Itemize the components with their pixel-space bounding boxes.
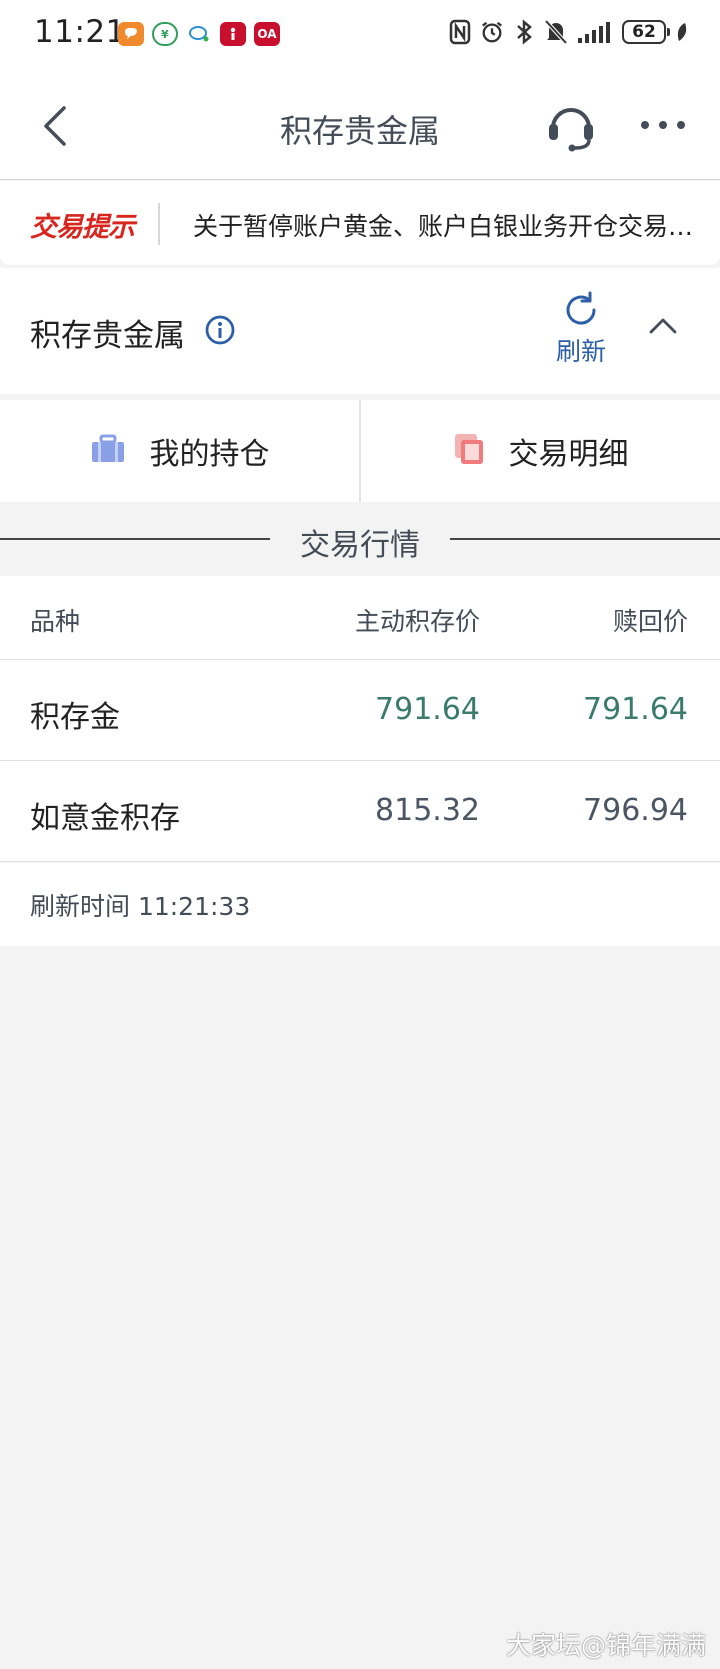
- table-row[interactable]: 如意金积存 815.32 796.94: [0, 761, 720, 862]
- documents-icon: [453, 432, 485, 470]
- leaf-icon: [674, 18, 690, 46]
- refresh-label: 刷新: [555, 337, 606, 366]
- system-status-icons: 62: [448, 18, 690, 46]
- navigation-bar: 积存贵金属: [0, 70, 720, 180]
- mute-icon: [544, 18, 568, 46]
- refresh-time: 刷新时间 11:21:33: [30, 892, 251, 921]
- trade-details-label: 交易明细: [508, 437, 629, 472]
- action-row: 我的持仓 交易明细: [0, 400, 720, 502]
- my-holdings-label: 我的持仓: [149, 437, 270, 472]
- app-orange-icon: [118, 22, 144, 46]
- page-title: 积存贵金属: [279, 112, 440, 150]
- battery-indicator: 62: [622, 20, 670, 44]
- status-bar: 11:21 ¥ OA 62: [0, 0, 720, 70]
- customer-service-button[interactable]: [543, 98, 599, 154]
- redeem-price: 796.94: [583, 793, 688, 828]
- alarm-icon: [480, 18, 504, 46]
- info-icon[interactable]: [204, 314, 236, 346]
- status-app-icons: ¥ OA: [118, 22, 280, 46]
- market-title: 交易行情: [300, 528, 420, 563]
- quote-table: 品种 主动积存价 赎回价 积存金 791.64 791.64 如意金积存 815…: [0, 576, 720, 862]
- collapse-chevron-up-icon[interactable]: [648, 314, 678, 338]
- column-header-buy-price: 主动积存价: [354, 607, 480, 636]
- more-options-button[interactable]: [638, 116, 688, 134]
- refresh-time-row: 刷新时间 11:21:33: [0, 863, 720, 946]
- signal-icon: [576, 18, 614, 46]
- refresh-button[interactable]: 刷新: [546, 290, 616, 380]
- product-name: 如意金积存: [30, 801, 180, 836]
- app-red-icon: [220, 22, 246, 46]
- notice-tag: 交易提示: [30, 212, 135, 243]
- bluetooth-icon: [512, 18, 536, 46]
- notice-divider: [158, 203, 160, 245]
- watermark: 大家坛@锦年满满: [505, 1631, 706, 1660]
- trade-details-button[interactable]: 交易明细: [361, 400, 720, 502]
- column-header-redeem-price: 赎回价: [612, 607, 688, 636]
- market-section-header: 交易行情: [0, 503, 720, 575]
- app-oa-icon: OA: [254, 22, 280, 46]
- section-title: 积存贵金属: [30, 318, 185, 354]
- market-divider-right: [450, 538, 720, 540]
- redeem-price: 791.64: [583, 692, 688, 727]
- notice-text[interactable]: 关于暂停账户黄金、账户白银业务开仓交易的公告: [193, 207, 705, 243]
- product-name: 积存金: [30, 700, 120, 735]
- buy-price: 791.64: [375, 692, 480, 727]
- column-header-variety: 品种: [30, 607, 81, 636]
- app-green-icon: ¥: [152, 22, 178, 46]
- table-header-row: 品种 主动积存价 赎回价: [0, 576, 720, 660]
- app-chat-icon: [186, 22, 212, 46]
- briefcase-icon: [90, 434, 126, 468]
- section-header: 积存贵金属 刷新: [0, 268, 720, 394]
- table-row[interactable]: 积存金 791.64 791.64: [0, 660, 720, 761]
- buy-price: 815.32: [375, 793, 480, 828]
- nfc-icon: [448, 18, 472, 46]
- my-holdings-button[interactable]: 我的持仓: [0, 400, 359, 502]
- svg-text:¥: ¥: [161, 28, 169, 41]
- status-time: 11:21: [34, 14, 126, 50]
- trade-notice-banner[interactable]: 交易提示 关于暂停账户黄金、账户白银业务开仓交易的公告: [0, 181, 720, 265]
- refresh-icon: [566, 291, 596, 325]
